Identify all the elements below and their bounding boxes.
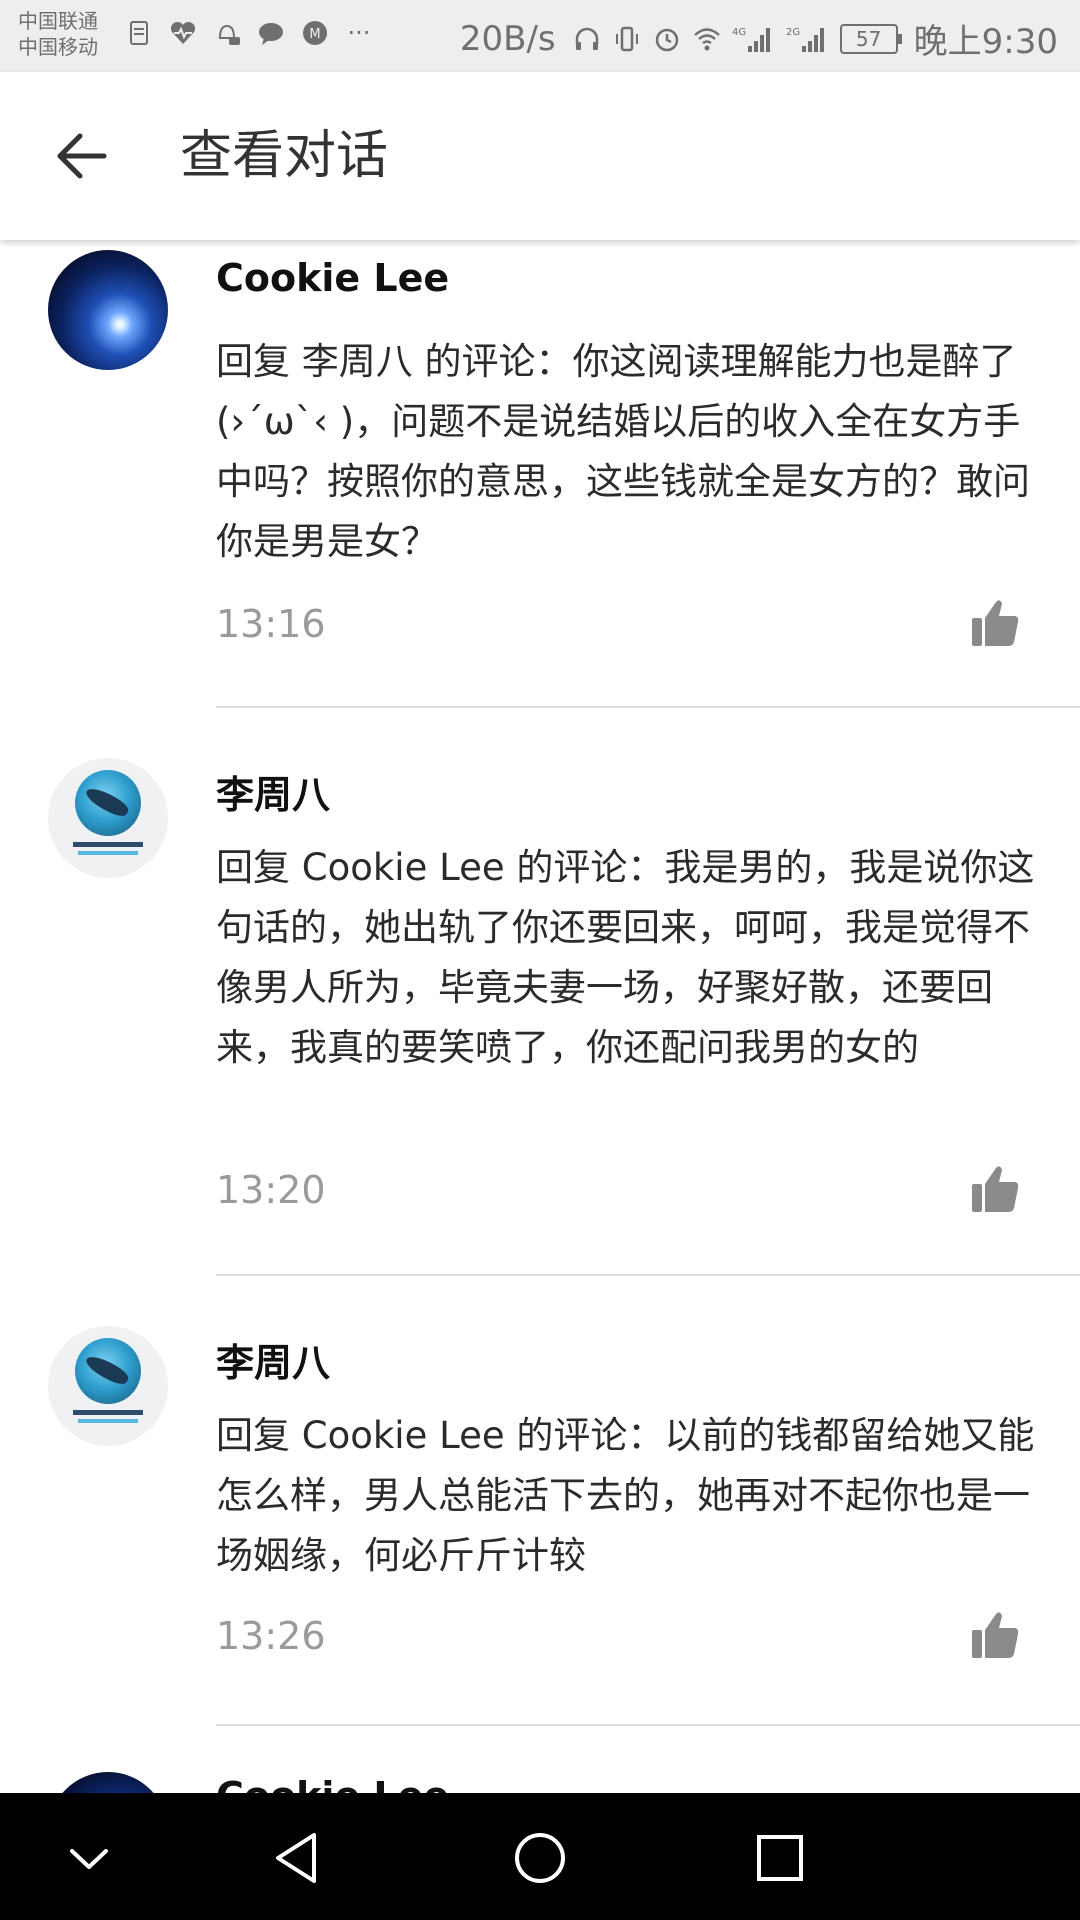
like-icon[interactable]: [968, 1608, 1022, 1662]
conversation-list[interactable]: Cookie Lee 回复 李周八 的评论：你这阅读理解能力也是醉了(›´ω`‹…: [0, 240, 1080, 1793]
alarm-icon: [652, 24, 682, 54]
divider: [216, 1274, 1080, 1276]
avatar[interactable]: [48, 1326, 168, 1446]
carrier-labels: 中国联通 中国移动: [18, 8, 98, 60]
comment-author[interactable]: 李周八: [216, 1332, 330, 1387]
back-arrow-icon[interactable]: [52, 126, 112, 186]
avatar-caption-line: [73, 1410, 143, 1415]
avatar[interactable]: [48, 758, 168, 878]
comment-author[interactable]: 李周八: [216, 764, 330, 819]
avatar-caption-line: [78, 1419, 138, 1423]
svg-text:2G: 2G: [786, 27, 800, 38]
clock: 晚上9:30: [913, 22, 1058, 62]
svg-text:M: M: [309, 27, 320, 42]
carrier-1: 中国联通: [18, 9, 98, 33]
comment-author[interactable]: Cookie Lee: [216, 1774, 449, 1793]
page-title: 查看对话: [180, 126, 389, 186]
battery-indicator: 57: [839, 23, 902, 54]
app-badge-icon: M: [300, 18, 330, 48]
like-icon[interactable]: [968, 596, 1022, 650]
status-bar: 中国联通 中国移动 M ··· 20B/s 4G 2G 57 晚上9:30: [0, 0, 1080, 72]
home-circle-icon[interactable]: [505, 1823, 575, 1893]
signal-2g-icon: 2G: [786, 24, 830, 54]
comment-text: 回复 李周八 的评论：你这阅读理解能力也是醉了(›´ω`‹ )，问题不是说结婚以…: [216, 340, 1030, 563]
avatar[interactable]: [48, 250, 168, 370]
message-bubble-icon: [256, 18, 286, 48]
headphones-icon: [572, 24, 602, 54]
comment-author[interactable]: Cookie Lee: [216, 256, 449, 300]
back-triangle-icon[interactable]: [264, 1823, 334, 1893]
vibrate-icon: [612, 24, 642, 54]
more-dots-icon: ···: [347, 19, 371, 47]
comment-time: 13:20: [216, 1168, 326, 1212]
divider: [216, 1724, 1080, 1726]
avatar-caption-line: [73, 842, 143, 847]
chat-bell-icon: [212, 18, 242, 48]
wifi-icon: [692, 24, 722, 54]
comment-text: 回复 Cookie Lee 的评论：我是男的，我是说你这句话的，她出轨了你还要回…: [216, 846, 1035, 1069]
system-nav-bar: [0, 1793, 1080, 1920]
recents-square-icon[interactable]: [745, 1823, 815, 1893]
divider: [216, 706, 1080, 708]
net-speed: 20B/s: [459, 18, 556, 59]
comment-time: 13:26: [216, 1614, 326, 1658]
collapse-icon[interactable]: [54, 1823, 124, 1893]
carrier-2: 中国移动: [18, 35, 98, 59]
like-icon[interactable]: [968, 1162, 1022, 1216]
avatar[interactable]: [48, 1772, 168, 1793]
signal-4g-icon: 4G: [732, 24, 776, 54]
comment-text: 回复 Cookie Lee 的评论：以前的钱都留给她又能怎么样，男人总能活下去的…: [216, 1414, 1035, 1577]
heart-pulse-icon: [168, 18, 198, 48]
status-right: 20B/s 4G 2G 57 晚上9:30: [460, 14, 1058, 63]
notification-icons: M ···: [124, 18, 374, 48]
avatar-caption-line: [78, 851, 138, 855]
document-icon: [124, 18, 154, 48]
comment-time: 13:16: [216, 602, 326, 646]
app-bar: 查看对话: [0, 72, 1080, 240]
svg-text:4G: 4G: [732, 27, 746, 38]
